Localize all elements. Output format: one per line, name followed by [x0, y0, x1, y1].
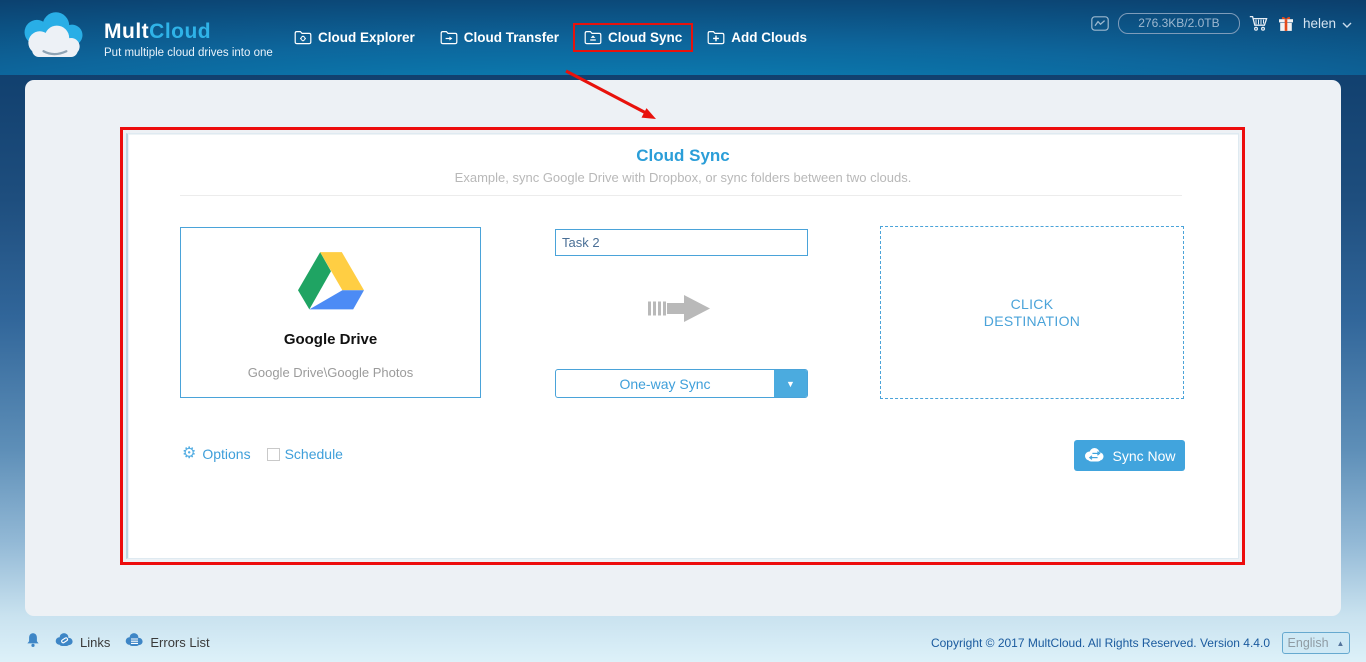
- page-title: Cloud Sync: [636, 146, 730, 165]
- bell-icon[interactable]: [26, 632, 40, 653]
- brand-logo[interactable]: MultCloud Put multiple cloud drives into…: [16, 9, 273, 70]
- errors-list-label: Errors List: [150, 635, 210, 650]
- sync-now-button[interactable]: Sync Now: [1074, 440, 1185, 471]
- links-button[interactable]: Links: [54, 633, 110, 652]
- language-selector[interactable]: English ▲: [1282, 632, 1350, 654]
- task-name-input[interactable]: [555, 229, 808, 256]
- chevron-down-icon: [1342, 15, 1352, 33]
- folder-gear-icon: [294, 30, 312, 45]
- header: MultCloud Put multiple cloud drives into…: [0, 0, 1366, 75]
- nav-cloud-explorer[interactable]: Cloud Explorer: [283, 23, 426, 52]
- source-cloud-card[interactable]: Google Drive Google Drive\Google Photos: [180, 227, 481, 398]
- page-content: Cloud Sync Example, sync Google Drive wi…: [25, 80, 1341, 616]
- footer-left: Links Errors List: [26, 632, 210, 653]
- nav-label: Cloud Sync: [608, 30, 683, 45]
- folder-plus-icon: [707, 30, 725, 45]
- folder-arrow-icon: [440, 30, 458, 45]
- folder-sync-icon: [584, 30, 602, 45]
- user-menu[interactable]: helen: [1303, 15, 1352, 33]
- options-link[interactable]: Options: [202, 446, 250, 462]
- cloud-link-icon: [54, 633, 74, 652]
- nav-add-clouds[interactable]: Add Clouds: [696, 23, 818, 52]
- nav-label: Add Clouds: [731, 30, 808, 45]
- traffic-stats-icon[interactable]: [1091, 16, 1109, 31]
- header-right: 276.3KB/2.0TB helen: [1091, 13, 1352, 34]
- nav-label: Cloud Explorer: [318, 30, 415, 45]
- flow-arrow-icon: [648, 292, 716, 330]
- schedule-label[interactable]: Schedule: [285, 446, 343, 462]
- highlighted-sync-panel: Cloud Sync Example, sync Google Drive wi…: [120, 127, 1245, 565]
- cloud-sync-icon: [1083, 447, 1105, 465]
- sync-now-label: Sync Now: [1112, 447, 1176, 464]
- page-subtitle: Example, sync Google Drive with Dropbox,…: [454, 170, 912, 185]
- storage-usage-badge[interactable]: 276.3KB/2.0TB: [1117, 13, 1240, 34]
- shopping-cart-icon[interactable]: [1249, 15, 1269, 32]
- source-cloud-path: Google Drive\Google Photos: [247, 365, 414, 380]
- caret-up-icon: ▲: [1336, 638, 1345, 648]
- footer-right: Copyright © 2017 MultCloud. All Rights R…: [931, 632, 1350, 654]
- nav-cloud-transfer[interactable]: Cloud Transfer: [429, 23, 570, 52]
- footer: Links Errors List Copyright © 2017 MultC…: [0, 622, 1366, 662]
- google-drive-icon: [181, 252, 480, 315]
- nav-label: Cloud Transfer: [463, 30, 560, 45]
- gear-icon[interactable]: ⚙: [182, 446, 196, 462]
- cloud-sync-panel: Cloud Sync Example, sync Google Drive wi…: [126, 133, 1239, 559]
- options-row: ⚙ Options Schedule: [182, 446, 343, 463]
- schedule-checkbox[interactable]: [266, 447, 280, 461]
- chevron-down-icon[interactable]: ▼: [774, 370, 807, 397]
- brand-name: MultCloud: [104, 20, 212, 43]
- destination-dropzone[interactable]: CLICK DESTINATION: [880, 226, 1184, 399]
- divider: [180, 195, 1182, 196]
- language-value: English: [1287, 636, 1329, 650]
- nav-cloud-sync[interactable]: Cloud Sync: [573, 23, 694, 52]
- links-label: Links: [80, 635, 111, 650]
- brand-tagline: Put multiple cloud drives into one: [104, 47, 273, 59]
- source-cloud-name: Google Drive: [283, 331, 378, 348]
- gift-icon[interactable]: [1278, 15, 1294, 32]
- copyright-text: Copyright © 2017 MultCloud. All Rights R…: [930, 636, 1270, 650]
- cloud-list-icon: [124, 633, 144, 652]
- username: helen: [1302, 16, 1336, 31]
- main-nav: Cloud Explorer Cloud Transfer Cloud Sync…: [283, 0, 821, 75]
- multcloud-cloud-icon: [16, 9, 92, 70]
- errors-list-button[interactable]: Errors List: [124, 633, 210, 652]
- sync-mode-dropdown[interactable]: One-way Sync ▼: [555, 369, 808, 398]
- destination-label: CLICK DESTINATION: [983, 295, 1081, 329]
- sync-mode-value: One-way Sync: [619, 375, 711, 392]
